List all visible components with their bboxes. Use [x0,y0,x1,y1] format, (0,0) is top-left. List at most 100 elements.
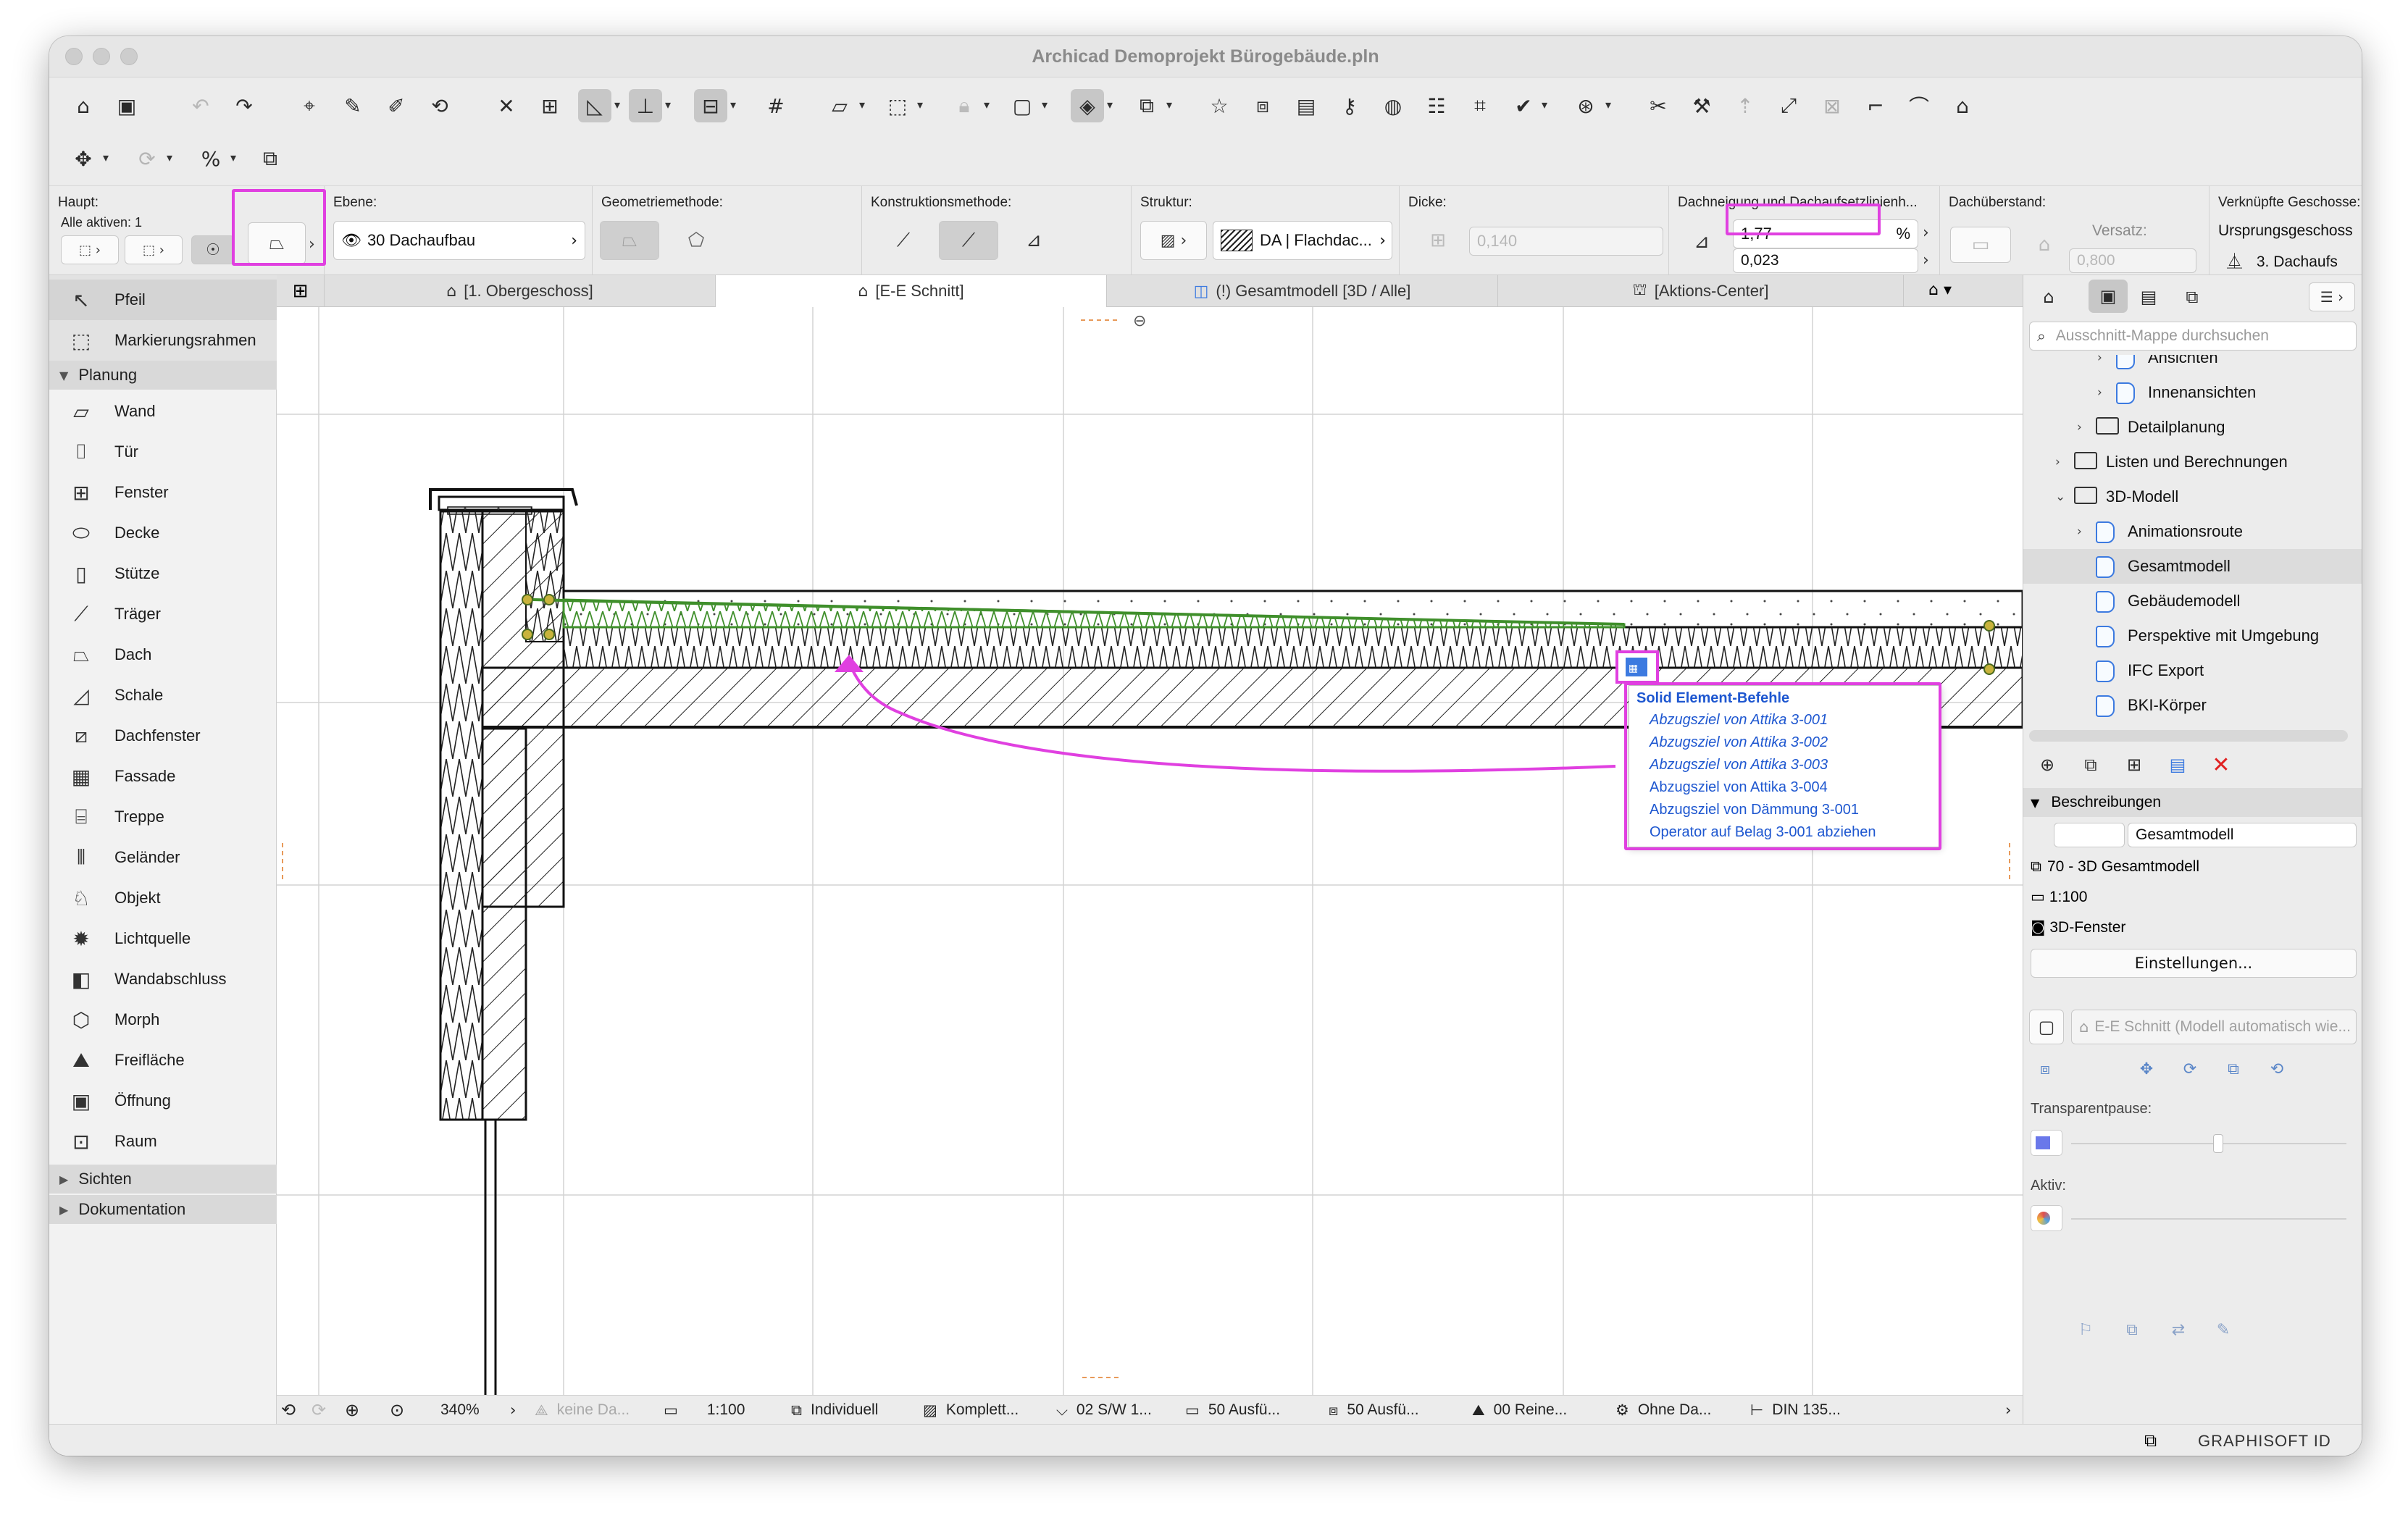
percent-icon[interactable]: % [194,142,227,175]
tool-geländer[interactable]: ⫴ Geländer [49,837,277,878]
tree-item-listen-und-berechnungen[interactable]: › Listen und Berechnungen [2023,445,2362,479]
pivot-height-field[interactable]: 0,023 [1733,248,1918,273]
magic-wand-button[interactable]: ☉ [191,235,235,264]
tree-item-detailplanung[interactable]: › Detailplanung [2023,410,2362,445]
scale-dropdown[interactable]: ▭ 1:100 [664,1396,745,1425]
construction-method-1-button[interactable]: ⟋ [874,221,933,260]
redo-icon[interactable]: ↷ [227,89,261,122]
check-icon[interactable]: ✔ [1507,89,1540,122]
rotate-icon[interactable]: ⟳ [130,142,164,175]
link-toggle-button[interactable]: ▢ [2029,1010,2064,1044]
graphisoft-id-link[interactable]: GRAPHISOFT ID [2198,1432,2331,1451]
tree-item-animationsroute[interactable]: › Animationsroute [2023,514,2362,549]
chevron-right-icon[interactable]: › [510,1396,516,1425]
redo-view-icon[interactable]: ⟳ [312,1396,326,1425]
marquee-mode-button[interactable]: ⬚ › [125,235,183,264]
tool-treppe[interactable]: ⌸ Treppe [49,797,277,837]
undo-icon[interactable]: ↶ [184,89,217,122]
tool-stütze[interactable]: ▯ Stütze [49,553,277,594]
chevron-down-icon[interactable]: ▾ [730,98,736,112]
din-dropdown[interactable]: ⊢ DIN 135... [1750,1396,1841,1425]
chevron-down-icon[interactable]: ▾ [984,98,990,112]
scissors-icon[interactable]: ✂ [1642,89,1675,122]
selection-mode-button[interactable]: ⬚ › [61,235,119,264]
layer-select[interactable]: 👁︎ 30 Dachaufbau › [333,221,585,260]
active-slider[interactable] [2071,1218,2346,1220]
einstellungen-button[interactable]: Einstellungen... [2031,949,2357,978]
hammer-icon[interactable]: ⚒ [1685,89,1718,122]
chevron-right-icon[interactable]: › [1923,224,1929,242]
layout-book-icon[interactable]: ▤ [2132,282,2165,311]
toolbox-group-planung[interactable]: ▼ Planung [49,361,277,390]
ausf2-dropdown[interactable]: ⧈ 50 Ausfü... [1329,1396,1419,1425]
chevron-down-icon[interactable]: ▾ [1042,98,1048,112]
save-icon[interactable]: ▣ [110,89,143,122]
sw-dropdown[interactable]: ⌵ 02 S/W 1... [1056,1396,1152,1425]
tree-item-ifc-export[interactable]: IFC Export [2023,653,2362,688]
thickness-field[interactable]: 0,140 [1469,227,1663,256]
chevron-down-icon[interactable]: ▾ [665,98,671,112]
view-id-field[interactable] [2054,823,2125,847]
tool-dachfenster[interactable]: ⧄ Dachfenster [49,716,277,756]
tree-scrollbar[interactable] [2029,730,2348,742]
solid-operations-icon[interactable]: ◈ [1071,89,1104,122]
geometry-method-single-button[interactable]: ⏢ [600,221,659,260]
ausf1-dropdown[interactable]: ▭ 50 Ausfü... [1185,1396,1280,1425]
chevron-right-icon[interactable]: › [2097,355,2102,365]
split-icon[interactable]: ⊠ [1815,89,1849,122]
navigator-menu-button[interactable]: ☰ › [2309,282,2355,311]
tool-schale[interactable]: ◿ Schale [49,675,277,716]
toolbox-group-sichten[interactable]: ▶ Sichten [49,1165,277,1194]
tree-item-perspektive-mit-umgebung[interactable]: Perspektive mit Umgebung [2023,618,2362,653]
tool-objekt[interactable]: ♘ Objekt [49,878,277,918]
construction-method-3-button[interactable]: ⊿ [1004,221,1063,260]
geschoss-select[interactable]: ⏅ 3. Dachaufs [2227,250,2338,272]
zoom-in-icon[interactable]: ⊕ [345,1396,359,1425]
overhang-type-button[interactable]: ▭ [1950,227,2011,263]
guide-lines-icon[interactable]: ◺ [578,89,611,122]
chevron-down-icon[interactable]: ▾ [1166,98,1172,112]
key-icon[interactable]: ⚷ [1333,89,1366,122]
section-canvas[interactable]: ⊖ ▦ Solid Element-Befehle Abzugsziel von… [277,307,2023,1395]
tool-träger[interactable]: ⟋ Träger [49,594,277,634]
tool-lichtquelle[interactable]: ✹ Lichtquelle [49,918,277,959]
snap-grid-icon[interactable]: ⊞ [533,89,567,122]
tool-decke[interactable]: ⬭ Decke [49,513,277,553]
properties-icon[interactable]: ▤ [2161,749,2194,781]
move-view-icon[interactable]: ✥ [2132,1054,2161,1083]
delete-icon[interactable]: ✕ [2204,749,2238,781]
grid-snap-icon[interactable]: ⊟ [694,89,727,122]
undo-view-icon[interactable]: ⟲ [281,1396,296,1425]
move-icon[interactable]: ✥ [67,142,100,175]
active-color-button[interactable] [2031,1205,2062,1231]
chevron-down-icon[interactable]: ▾ [103,151,109,164]
clone-view-icon[interactable]: ⧉ [2074,749,2107,781]
tab-aktions-center[interactable]: ⛫ [Aktions-Center] [1498,275,1904,307]
chevron-down-icon[interactable]: ▾ [917,98,923,112]
tool-dach[interactable]: ⏢ Dach [49,634,277,675]
tab-gesamtmodell-3d[interactable]: ◫ (!) Gesamtmodell [3D / Alle] [1107,275,1498,307]
grid-icon[interactable]: # [759,89,793,122]
view-name-field[interactable]: Gesamtmodell [2128,823,2357,847]
linked-view-field[interactable]: ⌂ E-E Schnitt (Modell automatisch wie... [2071,1010,2357,1044]
layers-icon[interactable]: ⧈ [1246,89,1279,122]
reset-icon[interactable]: ⟲ [2262,1054,2291,1083]
tool-morph[interactable]: ⬡ Morph [49,999,277,1040]
syringe-icon[interactable]: ✐ [380,89,413,122]
link-icon[interactable]: ⧈ [2031,1054,2060,1083]
star-icon[interactable]: ☆ [1203,89,1236,122]
chevron-right-icon[interactable]: › [1923,251,1929,269]
panel-toggle-icon[interactable]: ⧉ [2144,1430,2157,1451]
markup-icon[interactable]: ⚐ [2071,1315,2100,1344]
ohne-dropdown[interactable]: ⚙ Ohne Da... [1615,1396,1711,1425]
transparent-slider[interactable] [2071,1143,2346,1144]
tool-tür[interactable]: ⌷ Tür [49,432,277,472]
tree-item-innenansichten[interactable]: › Innenansichten [2023,375,2362,410]
tool-raum[interactable]: ⊡ Raum [49,1121,277,1162]
transfer-icon[interactable]: ⟲ [423,89,456,122]
home-icon[interactable]: ⌂ [67,89,100,122]
tree-item-bki-körper[interactable]: BKI-Körper [2023,688,2362,723]
chevron-right-icon[interactable]: › [2077,420,2082,435]
graphic-override-icon[interactable]: ◍ [1376,89,1410,122]
chevron-down-icon[interactable]: ▾ [230,151,236,164]
